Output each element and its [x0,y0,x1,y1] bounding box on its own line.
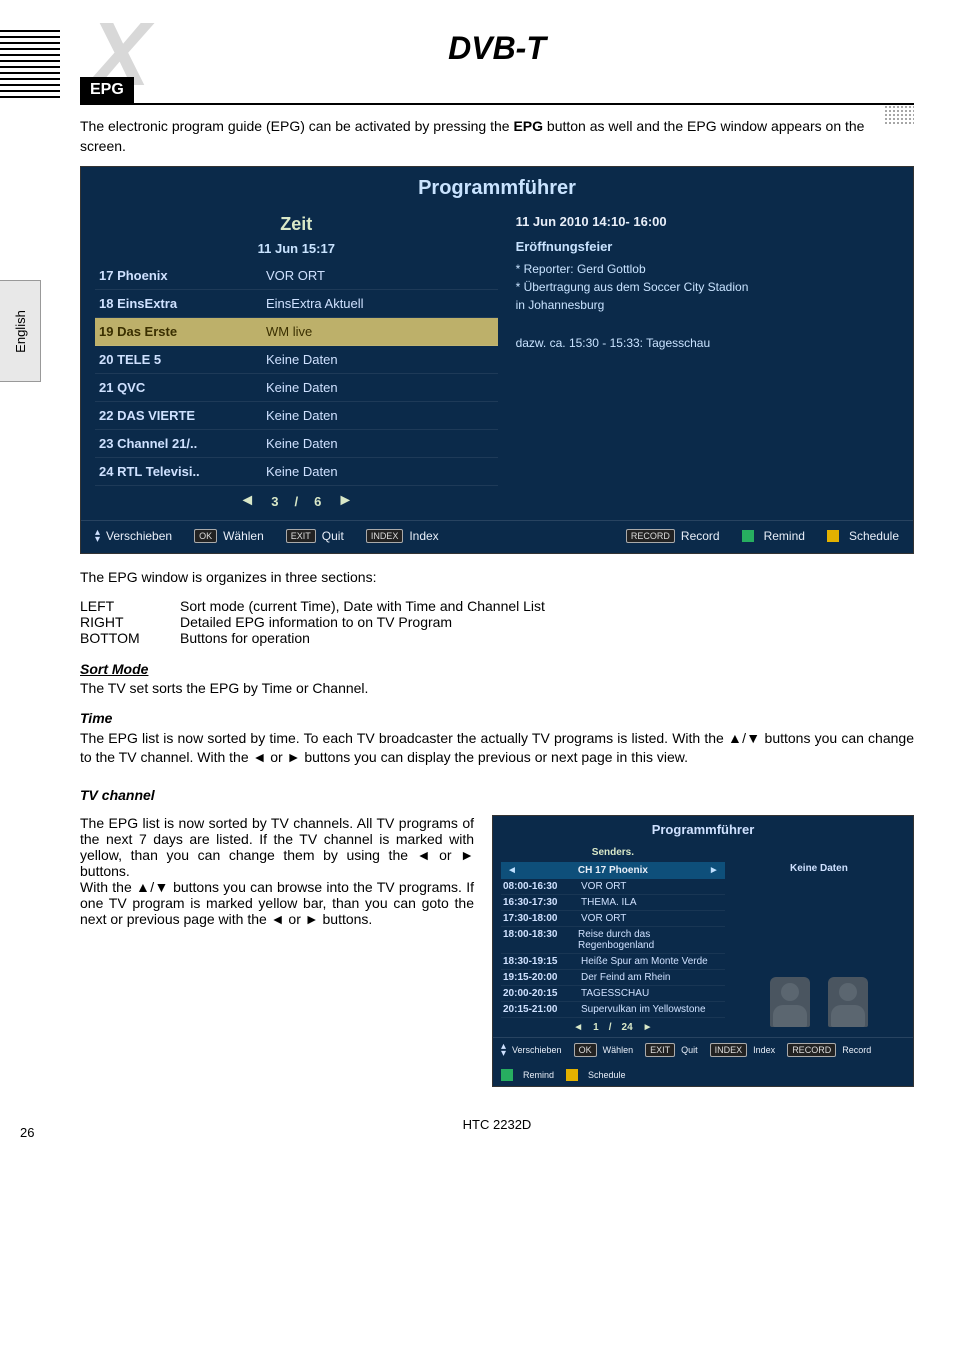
schedule-hint[interactable]: Schedule [566,1069,626,1081]
small-pager: ◄ 1 / 24 ► [501,1018,725,1037]
pager-prev-icon[interactable]: ◄ [239,492,255,510]
section-header: EPG [80,77,134,103]
program-row[interactable]: 08:00-16:30VOR ORT [501,879,725,895]
schedule-hint[interactable]: Schedule [827,529,899,543]
decorative-dots [884,105,914,125]
epg-bottom-bar: ▴▾ Verschieben OK Wählen EXIT Quit INDEX… [81,520,913,553]
detail-date: 11 Jun 2010 14:10- 16:00 [516,214,899,229]
pager-next-icon[interactable]: ► [337,492,353,510]
exit-key-icon: EXIT [286,529,316,543]
pager: ◄ 3 / 6 ► [95,486,498,512]
up-down-icon: ▴▾ [501,1043,506,1057]
intro-text: The electronic program guide (EPG) can b… [80,117,914,156]
chevron-right-icon[interactable]: ► [703,865,725,876]
page-title: DVB-T [448,30,546,67]
program-row[interactable]: 19:15-20:00Der Feind am Rhein [501,970,725,986]
green-key-icon [742,530,754,542]
remind-hint[interactable]: Remind [742,529,805,543]
up-down-icon: ▴▾ [95,529,100,543]
program-row[interactable]: 18:30-19:15Heiße Spur am Monte Verde [501,954,725,970]
sort-mode-heading: Sort Mode [80,661,148,677]
channel-bar[interactable]: ◄ CH 17 Phoenix ► [501,862,725,879]
no-data-label: Keine Daten [733,863,905,874]
ok-key-icon: OK [194,529,217,543]
epg-small-bottom: ▴▾ Verschieben OKWählen EXITQuit INDEXIn… [493,1037,913,1086]
tv-channel-text: The EPG list is now sorted by TV channel… [80,815,474,927]
record-hint[interactable]: RECORD Record [626,529,720,543]
quit-hint[interactable]: EXIT Quit [286,529,344,543]
channel-row[interactable]: 21 QVC Keine Daten [95,374,498,402]
time-text: The EPG list is now sorted by time. To e… [80,729,914,768]
program-row[interactable]: 16:30-17:30THEMA. ILA [501,895,725,911]
divider [80,103,914,105]
detail-line: * Übertragung aus dem Soccer City Stadio… [516,280,899,294]
wahlen-hint[interactable]: OK Wählen [194,529,264,543]
yellow-key-icon [827,530,839,542]
detail-extra: dazw. ca. 15:30 - 15:33: Tagesschau [516,336,899,350]
index-hint[interactable]: INDEXIndex [710,1043,776,1057]
detail-headline: Eröffnungsfeier [516,239,899,254]
epg-small-title: Programmführer [493,816,913,843]
pager-prev-icon[interactable]: ◄ [573,1022,583,1033]
chevron-left-icon[interactable]: ◄ [501,865,523,876]
verschieben-hint: ▴▾ Verschieben [95,529,172,543]
epg-screenshot-small: Programmführer Senders. ◄ CH 17 Phoenix … [492,815,914,1087]
record-key-icon: RECORD [626,529,675,543]
time-heading: Time [80,710,112,726]
program-row[interactable]: 20:00-20:15TAGESSCHAU [501,986,725,1002]
program-row[interactable]: 18:00-18:30Reise durch das Regenbogenlan… [501,927,725,954]
page-number: 26 [20,1125,34,1140]
detail-line: in Johannesburg [516,298,899,312]
green-key-icon [501,1069,513,1081]
language-tab: English [0,280,41,382]
index-hint[interactable]: INDEX Index [366,529,439,543]
channel-row[interactable]: 20 TELE 5 Keine Daten [95,346,498,374]
quit-hint[interactable]: EXITQuit [645,1043,698,1057]
channel-row[interactable]: 18 EinsExtra EinsExtra Aktuell [95,290,498,318]
senders-header: Senders. [501,843,725,862]
channel-row[interactable]: 24 RTL Televisi.. Keine Daten [95,458,498,486]
footer-model: HTC 2232D [80,1117,914,1132]
wahlen-hint[interactable]: OKWählen [574,1043,634,1057]
channel-row[interactable]: 22 DAS VIERTE Keine Daten [95,402,498,430]
zeit-datetime: 11 Jun 15:17 [95,241,498,256]
program-row[interactable]: 17:30-18:00VOR ORT [501,911,725,927]
person-silhouette-icon [828,977,868,1027]
yellow-key-icon [566,1069,578,1081]
sections-intro: The EPG window is organizes in three sec… [80,568,914,588]
pager-next-icon[interactable]: ► [643,1022,653,1033]
remind-hint[interactable]: Remind [501,1069,554,1081]
epg-window-title: Programmführer [81,167,913,214]
channel-row[interactable]: 23 Channel 21/.. Keine Daten [95,430,498,458]
person-silhouette-icon [770,977,810,1027]
epg-screenshot-main: Programmführer Zeit 11 Jun 15:17 17 Phoe… [80,166,914,554]
record-hint[interactable]: RECORDRecord [787,1043,871,1057]
channel-row-selected[interactable]: 19 Das Erste WM live [95,318,498,346]
tv-channel-heading: TV channel [80,787,155,803]
channel-row[interactable]: 17 Phoenix VOR ORT [95,262,498,290]
verschieben-hint: ▴▾ Verschieben [501,1043,562,1057]
decorative-lines [0,30,60,100]
sort-mode-text: The TV set sorts the EPG by Time or Chan… [80,680,368,696]
zeit-header: Zeit [95,214,498,235]
program-row[interactable]: 20:15-21:00Supervulkan im Yellowstone [501,1002,725,1018]
detail-line: * Reporter: Gerd Gottlob [516,262,899,276]
index-key-icon: INDEX [366,529,404,543]
definition-list: LEFTSort mode (current Time), Date with … [80,598,914,646]
